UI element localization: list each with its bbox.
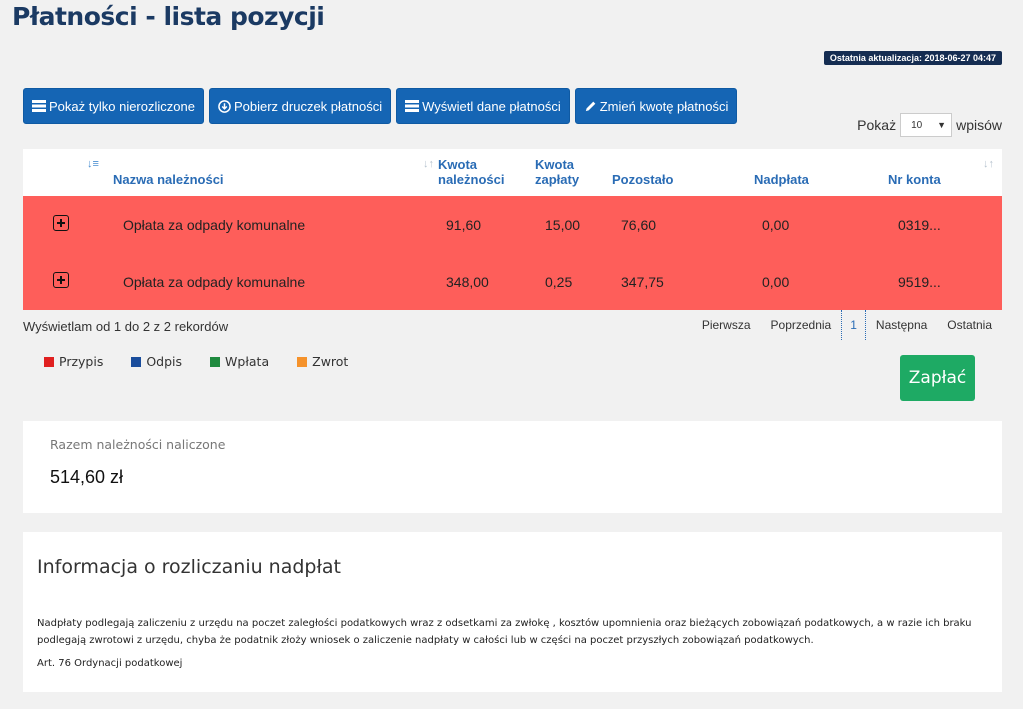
expand-plus-icon[interactable]	[53, 272, 69, 288]
header-overpaid[interactable]: Nadpłata	[730, 149, 850, 196]
legend-swatch	[210, 356, 221, 367]
info-text: Nadpłaty podlegają zaliczeniu z urzędu n…	[37, 618, 972, 646]
download-slip-button[interactable]: Pobierz druczek płatności	[208, 88, 392, 124]
summary-card: Razem należności naliczone 514,60 zł	[23, 421, 1002, 513]
table-row[interactable]: Opłata za odpady komunalne 348,00 0,25 3…	[23, 253, 1002, 310]
download-slip-label: Pobierz druczek płatności	[233, 98, 383, 114]
table-header-row: ↓≡ Nazwa należności ↓↑ Kwota należności …	[23, 149, 1002, 196]
show-unsettled-button[interactable]: Pokaż tylko nierozliczone	[23, 88, 204, 124]
pay-button[interactable]: Zapłać	[900, 355, 975, 401]
header-amount-due[interactable]: Kwota należności	[438, 149, 535, 196]
cell-account: 9519...	[898, 273, 941, 290]
info-title: Informacja o rozliczaniu nadpłat	[37, 556, 341, 578]
header-name[interactable]: Nazwa należności ↓↑	[113, 149, 438, 196]
legend-swatch	[131, 356, 142, 367]
records-info: Wyświetlam od 1 do 2 z 2 rekordów	[23, 319, 229, 334]
change-amount-button[interactable]: Zmień kwotę płatności	[574, 88, 738, 124]
cell-name: Opłata za odpady komunalne	[123, 216, 306, 233]
caret-down-icon: ▼	[937, 120, 947, 130]
cell-amount-paid: 15,00	[545, 216, 581, 233]
pagination-last[interactable]: Ostatnia	[937, 310, 1002, 340]
pagination-next[interactable]: Następna	[866, 310, 937, 340]
legend-item-odpis: Odpis	[131, 354, 182, 369]
legend: Przypis Odpis Wpłata Zwrot	[44, 354, 376, 369]
cell-remaining: 76,60	[621, 216, 657, 233]
header-amount-paid[interactable]: Kwota zapłaty	[535, 149, 612, 196]
cell-amount-due: 91,60	[446, 216, 482, 233]
download-icon	[218, 99, 231, 113]
pagination-current[interactable]: 1	[841, 310, 866, 340]
legend-swatch	[44, 356, 54, 367]
cell-name: Opłata za odpady komunalne	[123, 273, 306, 290]
summary-value: 514,60 zł	[50, 467, 124, 487]
page-title: Płatności - lista pozycji	[12, 2, 325, 31]
cell-account: 0319...	[898, 216, 941, 233]
entries-prefix: Pokaż	[857, 117, 897, 133]
header-remaining[interactable]: Pozostało	[612, 149, 730, 196]
entries-value: 10	[911, 119, 923, 131]
sort-asc-icon: ↓≡	[87, 158, 99, 170]
last-update-badge: Ostatnia aktualizacja: 2018-06-27 04:47	[823, 51, 1002, 65]
cell-overpaid: 0,00	[762, 273, 790, 290]
cell-overpaid: 0,00	[762, 216, 790, 233]
cell-remaining: 347,75	[621, 273, 664, 290]
legend-item-przypis: Przypis	[44, 354, 103, 369]
list-icon	[405, 100, 420, 112]
sort-icon: ↓↑	[423, 158, 434, 170]
list-icon	[32, 100, 46, 112]
pagination-prev[interactable]: Poprzednia	[761, 310, 842, 340]
change-amount-label: Zmień kwotę płatności	[599, 98, 729, 114]
info-reference: Art. 76 Ordynacji podatkowej	[37, 658, 183, 669]
cell-amount-due: 348,00	[446, 273, 489, 290]
pencil-icon	[584, 100, 597, 113]
payments-table-wrapper: ↓≡ Nazwa należności ↓↑ Kwota należności …	[23, 149, 1002, 310]
legend-item-zwrot: Zwrot	[297, 354, 348, 369]
cell-amount-paid: 0,25	[545, 273, 573, 290]
overpayment-info-card: Informacja o rozliczaniu nadpłat Nadpłat…	[23, 532, 1002, 692]
expand-plus-icon[interactable]	[53, 215, 69, 231]
sort-icon: ↓↑	[983, 158, 994, 170]
summary-label: Razem należności naliczone	[50, 437, 226, 452]
pagination: Pierwsza Poprzednia 1 Następna Ostatnia	[692, 310, 1002, 340]
table-row[interactable]: Opłata za odpady komunalne 91,60 15,00 7…	[23, 196, 1002, 253]
payments-table: ↓≡ Nazwa należności ↓↑ Kwota należności …	[23, 149, 1002, 310]
entries-suffix: wpisów	[956, 117, 1002, 133]
entries-select[interactable]: 10 ▼	[900, 113, 953, 137]
show-payment-data-label: Wyświetl dane płatności	[422, 98, 561, 114]
pagination-first[interactable]: Pierwsza	[692, 310, 761, 340]
header-expand[interactable]: ↓≡	[23, 149, 113, 196]
show-payment-data-button[interactable]: Wyświetl dane płatności	[396, 88, 570, 124]
show-unsettled-label: Pokaż tylko nierozliczone	[49, 98, 195, 114]
legend-item-wplata: Wpłata	[210, 354, 269, 369]
legend-swatch	[297, 356, 308, 367]
entries-selector: Pokaż 10 ▼ wpisów	[857, 113, 1002, 137]
toolbar: Pokaż tylko nierozliczone Pobierz drucze…	[23, 88, 738, 124]
header-account[interactable]: Nr konta ↓↑	[850, 149, 1002, 196]
